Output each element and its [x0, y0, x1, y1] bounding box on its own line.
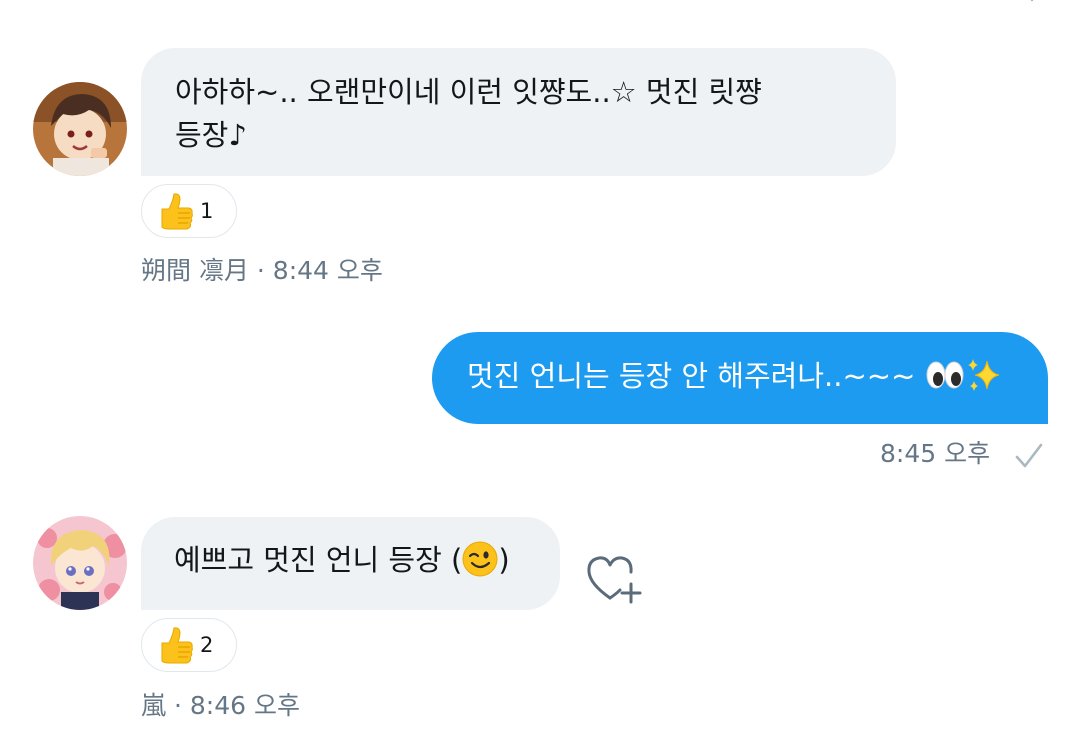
message-time: 8:46 오후: [189, 691, 300, 720]
message-text-line: 등장♪: [175, 118, 247, 152]
sender-name[interactable]: 嵐: [141, 691, 166, 720]
check-icon: [1015, 443, 1043, 468]
thumbs-up-icon: [161, 627, 193, 664]
message-meta: 8:45 오후: [880, 434, 990, 470]
sender-name[interactable]: 朔間 凛月: [141, 256, 249, 285]
message-text: 예쁘고 멋진 언니 등장 (: [174, 543, 463, 577]
winking-face-icon: [462, 541, 498, 577]
avatar-brown-hair-icon[interactable]: [33, 82, 127, 176]
message-text: ): [498, 543, 510, 577]
sparkles-icon: [967, 359, 999, 391]
message-meta: 朔間 凛月 · 8:44 오후: [141, 251, 383, 287]
reaction-count: 1: [200, 199, 214, 223]
reaction-count: 2: [200, 633, 214, 657]
message-bubble-incoming[interactable]: 아하하~.. 오랜만이네 이런 잇쨩도..☆ 멋진 릿쨩 등장♪: [141, 48, 896, 176]
avatar-blonde-hair-icon[interactable]: [33, 516, 127, 610]
message-text: 멋진 언니는 등장 안 해주려나..~~~: [467, 359, 925, 393]
message-text-line: 아하하~.. 오랜만이네 이런 잇쨩도..☆ 멋진 릿쨩: [175, 75, 762, 109]
heart-add-icon[interactable]: [584, 552, 648, 608]
meta-separator: ·: [248, 256, 273, 285]
message-bubble-incoming[interactable]: 예쁘고 멋진 언니 등장 ( ): [141, 517, 560, 610]
message-time: 8:45 오후: [880, 439, 991, 468]
message-time: 8:44 오후: [272, 256, 383, 285]
message-meta: 嵐 · 8:46 오후: [141, 686, 300, 722]
eyes-icon: [926, 361, 964, 389]
meta-separator: ·: [166, 691, 190, 720]
reaction-pill[interactable]: 1: [141, 184, 237, 238]
thumbs-up-icon: [161, 193, 193, 230]
message-bubble-outgoing[interactable]: 멋진 언니는 등장 안 해주려나..~~~: [432, 332, 1048, 424]
reaction-pill[interactable]: 2: [141, 618, 237, 672]
top-edge-fragment: [1030, 0, 1034, 2]
